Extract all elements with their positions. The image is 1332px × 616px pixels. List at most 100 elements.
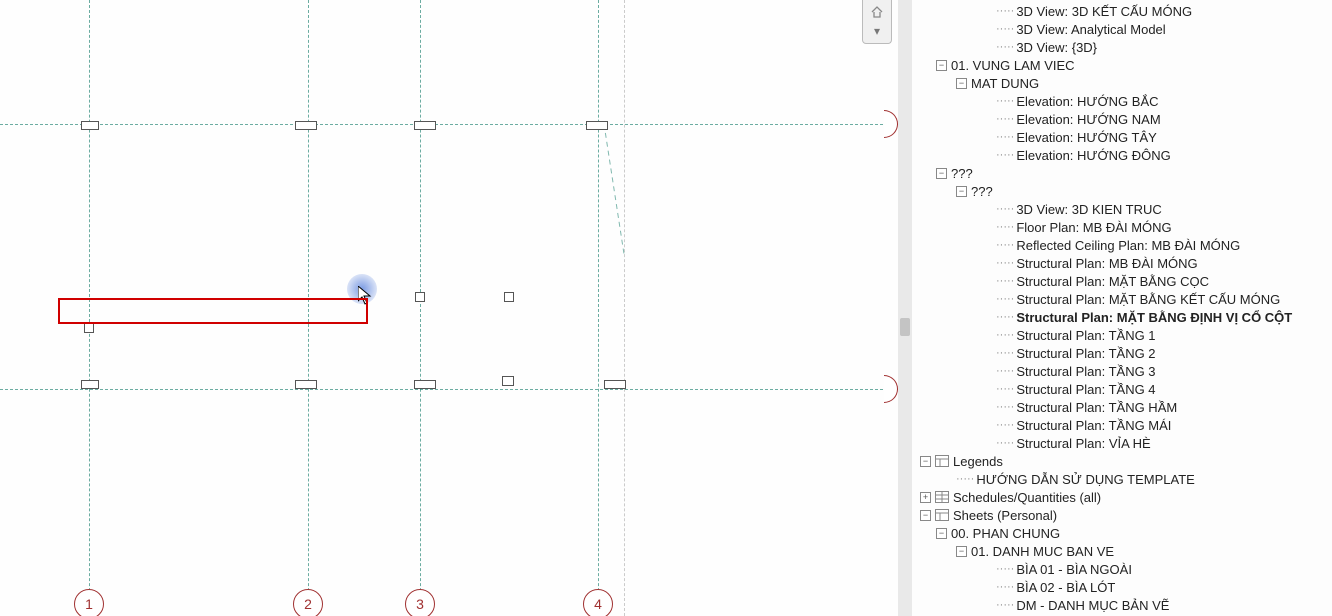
- column[interactable]: [81, 121, 99, 130]
- expand-toggle-icon[interactable]: −: [956, 546, 967, 557]
- tree-label: Structural Plan: TẦNG 4: [1016, 382, 1155, 397]
- home-icon[interactable]: [870, 5, 884, 19]
- tree-item-matdung[interactable]: −MAT DUNG: [912, 74, 1332, 92]
- tree-item-elevation[interactable]: ·····Elevation: HƯỚNG TÂY: [912, 128, 1332, 146]
- tree-label: Structural Plan: MẶT BẰNG KẾT CẤU MÓNG: [1016, 292, 1280, 307]
- tree-item-sheets[interactable]: −Sheets (Personal): [912, 506, 1332, 524]
- tree-label: Structural Plan: TẦNG 3: [1016, 364, 1155, 379]
- tree-item-3dview[interactable]: ·····3D View: Analytical Model: [912, 20, 1332, 38]
- tree-connector-icon: ·····: [996, 401, 1014, 413]
- tree-connector-icon: ·····: [996, 419, 1014, 431]
- tree-item-phanchung[interactable]: −00. PHAN CHUNG: [912, 524, 1332, 542]
- tree-item-plan[interactable]: ·····Structural Plan: MẶT BẰNG KẾT CẤU M…: [912, 290, 1332, 308]
- grid-bubble-right-h2: [884, 375, 898, 403]
- tree-item-sheet[interactable]: ·····DM - DANH MỤC BẢN VẼ: [912, 596, 1332, 614]
- expand-toggle-icon[interactable]: +: [920, 492, 931, 503]
- tree-label: 00. PHAN CHUNG: [951, 526, 1060, 541]
- column[interactable]: [84, 323, 94, 333]
- tree-connector-icon: ·····: [996, 149, 1014, 161]
- tree-connector-icon: ·····: [996, 95, 1014, 107]
- navigation-widget[interactable]: ▾: [862, 0, 892, 44]
- column[interactable]: [586, 121, 608, 130]
- tree-item-legends[interactable]: − Legends: [912, 452, 1332, 470]
- tree-label: MAT DUNG: [971, 76, 1039, 91]
- tree-label: Elevation: HƯỚNG NAM: [1016, 112, 1160, 127]
- column[interactable]: [414, 380, 436, 389]
- tree-item-legend-entry[interactable]: ·····HƯỚNG DẪN SỬ DỤNG TEMPLATE: [912, 470, 1332, 488]
- expand-toggle-icon[interactable]: −: [936, 60, 947, 71]
- expand-toggle-icon[interactable]: −: [936, 168, 947, 179]
- column[interactable]: [81, 380, 99, 389]
- tree-item-plan[interactable]: ·····Structural Plan: TẦNG MÁI: [912, 416, 1332, 434]
- tree-label: Schedules/Quantities (all): [953, 490, 1101, 505]
- scrollbar-thumb[interactable]: [900, 318, 910, 336]
- tree-item-plan[interactable]: ·····Structural Plan: TẦNG 4: [912, 380, 1332, 398]
- tree-connector-icon: ·····: [996, 203, 1014, 215]
- tree-item-plan[interactable]: ·····Structural Plan: MẶT BẰNG ĐỊNH VỊ C…: [912, 308, 1332, 326]
- tree-item-danhmuc[interactable]: −01. DANH MUC BAN VE: [912, 542, 1332, 560]
- grid-bubble-right-h1: [884, 110, 898, 138]
- tree-connector-icon: ·····: [996, 221, 1014, 233]
- gridline-1: [89, 0, 90, 616]
- tree-item-plan[interactable]: ·····Structural Plan: TẦNG HẦM: [912, 398, 1332, 416]
- column[interactable]: [414, 121, 436, 130]
- tree-item-plan[interactable]: ·····Structural Plan: MB ĐÀI MÓNG: [912, 254, 1332, 272]
- vertical-scrollbar[interactable]: [898, 0, 912, 616]
- column[interactable]: [295, 121, 317, 130]
- tree-item-plan[interactable]: ·····Floor Plan: MB ĐÀI MÓNG: [912, 218, 1332, 236]
- expand-toggle-icon[interactable]: −: [920, 456, 931, 467]
- tree-item-unknown[interactable]: −???: [912, 164, 1332, 182]
- tree-label: Elevation: HƯỚNG ĐÔNG: [1016, 148, 1170, 163]
- tree-connector-icon: ·····: [996, 113, 1014, 125]
- tree-connector-icon: ·····: [996, 275, 1014, 287]
- tree-label: 3D View: 3D KIEN TRUC: [1016, 202, 1161, 217]
- cursor-icon: [358, 286, 374, 306]
- tree-item-elevation[interactable]: ·····Elevation: HƯỚNG NAM: [912, 110, 1332, 128]
- tree-item-plan[interactable]: ·····Reflected Ceiling Plan: MB ĐÀI MÓNG: [912, 236, 1332, 254]
- tree-label: ???: [951, 166, 973, 181]
- tree-label: BÌA 01 - BÌA NGOÀI: [1016, 562, 1132, 577]
- grid-bubble-4: 4: [583, 589, 613, 616]
- tree-item-unknown[interactable]: −???: [912, 182, 1332, 200]
- expand-toggle-icon[interactable]: −: [956, 78, 967, 89]
- expand-toggle-icon[interactable]: −: [920, 510, 931, 521]
- dropdown-icon[interactable]: ▾: [870, 24, 884, 38]
- tree-item-plan[interactable]: ·····Structural Plan: MẶT BẰNG CỌC: [912, 272, 1332, 290]
- tree-label: Structural Plan: TẦNG MÁI: [1016, 418, 1171, 433]
- tree-item-elevation[interactable]: ·····Elevation: HƯỚNG ĐÔNG: [912, 146, 1332, 164]
- column[interactable]: [502, 376, 514, 386]
- tree-label: Elevation: HƯỚNG BẮC: [1016, 94, 1158, 109]
- tree-connector-icon: ·····: [956, 473, 974, 485]
- tree-item-plan[interactable]: ·····Structural Plan: TẦNG 3: [912, 362, 1332, 380]
- tree-item-3dview[interactable]: ·····3D View: 3D KẾT CẤU MÓNG: [912, 2, 1332, 20]
- tree-item-vunglamviec[interactable]: −01. VUNG LAM VIEC: [912, 56, 1332, 74]
- gridline-aux: [624, 0, 625, 616]
- drawing-canvas[interactable]: 1 2 3 4 ▾: [0, 0, 898, 616]
- tree-connector-icon: ·····: [996, 239, 1014, 251]
- tree-item-schedules[interactable]: + Schedules/Quantities (all): [912, 488, 1332, 506]
- column[interactable]: [604, 380, 626, 389]
- expand-toggle-icon[interactable]: −: [956, 186, 967, 197]
- tree-label: DM - DANH MỤC BẢN VẼ: [1016, 598, 1169, 613]
- tree-item-plan[interactable]: ·····Structural Plan: TẦNG 1: [912, 326, 1332, 344]
- tree-item-plan[interactable]: ·····Structural Plan: TẦNG 2: [912, 344, 1332, 362]
- tree-item-elevation[interactable]: ·····Elevation: HƯỚNG BẮC: [912, 92, 1332, 110]
- tree-label: Structural Plan: MB ĐÀI MÓNG: [1016, 256, 1197, 271]
- schedule-icon: [935, 491, 949, 503]
- gridline-4: [598, 0, 599, 616]
- gridline-h1: [0, 124, 898, 125]
- tree-item-3dview[interactable]: ·····3D View: {3D}: [912, 38, 1332, 56]
- expand-toggle-icon[interactable]: −: [936, 528, 947, 539]
- column[interactable]: [415, 292, 425, 302]
- tree-item-sheet[interactable]: ·····BÌA 01 - BÌA NGOÀI: [912, 560, 1332, 578]
- cursor-highlight: [347, 274, 377, 304]
- tree-label: ???: [971, 184, 993, 199]
- tree-item-plan[interactable]: ·····3D View: 3D KIEN TRUC: [912, 200, 1332, 218]
- tree-label: Legends: [953, 454, 1003, 469]
- project-browser[interactable]: ·····3D View: 3D KẾT CẤU MÓNG·····3D Vie…: [912, 0, 1332, 616]
- column[interactable]: [504, 292, 514, 302]
- tree-item-sheet[interactable]: ·····BÌA 02 - BÌA LÓT: [912, 578, 1332, 596]
- grid-bubble-1: 1: [74, 589, 104, 616]
- tree-item-plan[interactable]: ·····Structural Plan: VỈA HÈ: [912, 434, 1332, 452]
- column[interactable]: [295, 380, 317, 389]
